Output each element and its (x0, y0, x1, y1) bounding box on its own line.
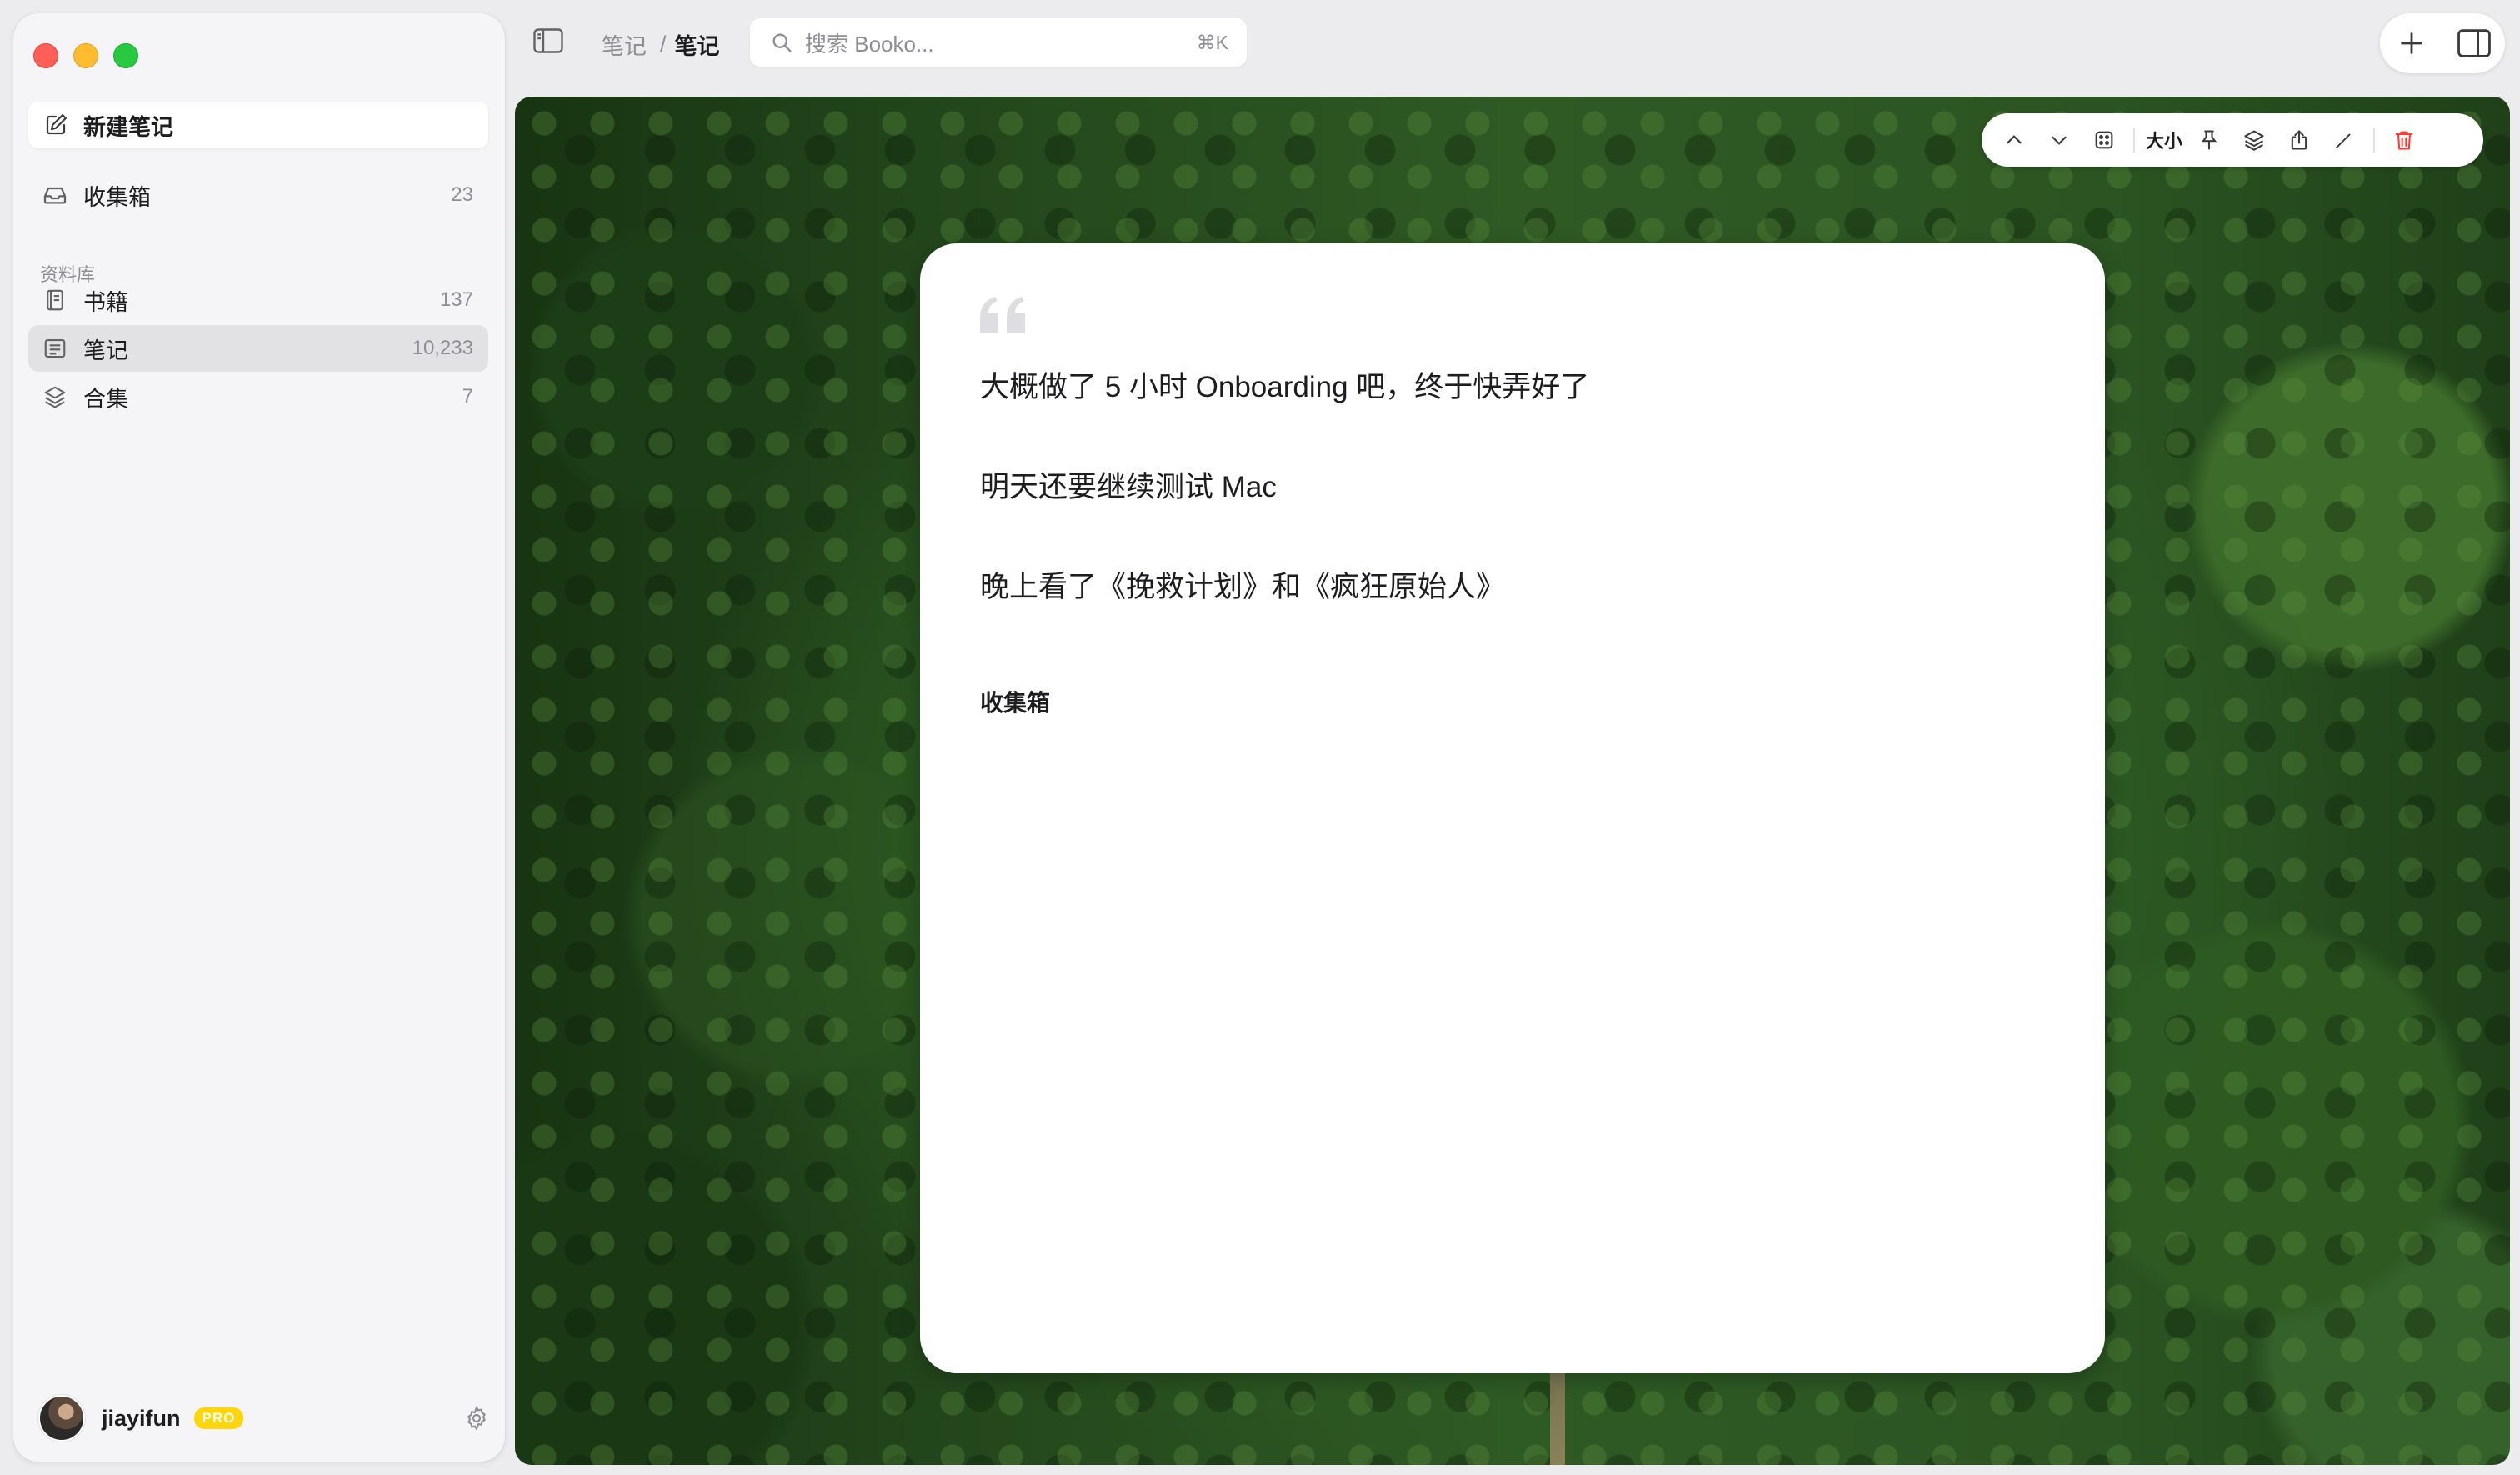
toolbar-divider (2373, 128, 2375, 152)
delete-button[interactable] (2384, 120, 2424, 160)
share-icon (2291, 130, 2308, 150)
search-placeholder: 搜索 Booko... (805, 31, 934, 57)
note-text-line: 晚上看了《挽救计划》和《疯狂原始人》 (980, 571, 1506, 603)
inspector-toggle-button[interactable] (2456, 25, 2492, 62)
layers-icon (42, 383, 68, 410)
compose-icon (46, 114, 67, 135)
sidebar: 新建笔记 收集箱 23 资料库 书籍 137 笔记 10,233 合集 7 ji… (13, 13, 505, 1462)
trash-icon (2395, 131, 2413, 150)
sidebar-toggle-icon[interactable] (533, 28, 563, 53)
book-icon (42, 287, 68, 313)
sidebar-item-label: 收集箱 (83, 184, 151, 210)
gear-icon[interactable] (463, 1405, 490, 1432)
note-card[interactable]: 大概做了 5 小时 Onboarding 吧，终于快弄好了 明天还要继续测试 M… (920, 243, 2105, 1373)
new-note-button[interactable]: 新建笔记 (28, 102, 488, 148)
sidebar-item-collections[interactable]: 合集 7 (28, 373, 488, 420)
plus-icon (2400, 32, 2422, 54)
sidebar-right-icon (2457, 29, 2491, 58)
sidebar-item-inbox[interactable]: 收集箱 23 (28, 172, 488, 218)
sidebar-item-books[interactable]: 书籍 137 (28, 277, 488, 323)
previous-note-button[interactable] (1994, 120, 2034, 160)
search-shortcut: ⌘K (1196, 31, 1228, 53)
app-window: 新建笔记 收集箱 23 资料库 书籍 137 笔记 10,233 合集 7 ji… (0, 0, 2520, 1475)
note-icon (42, 335, 68, 362)
sidebar-item-count: 137 (439, 288, 473, 311)
chevron-down-icon (2052, 136, 2067, 145)
user-profile[interactable]: jiayifun PRO (38, 1395, 244, 1442)
search-icon (772, 33, 792, 52)
note-text-line: 明天还要继续测试 Mac (980, 471, 1277, 503)
font-size-label: 大小 (2145, 131, 2182, 152)
toolbar-divider (2133, 128, 2135, 152)
dice-icon (2095, 131, 2113, 149)
sidebar-item-label: 书籍 (83, 289, 128, 315)
font-size-button[interactable]: 大小 (2144, 120, 2184, 160)
add-button[interactable] (2393, 25, 2430, 62)
note-source-tag[interactable]: 收集箱 (980, 685, 1050, 718)
quote-icon (980, 297, 1025, 333)
pencil-icon (2336, 133, 2351, 148)
layers-icon (2244, 130, 2264, 151)
minimize-window-button[interactable] (73, 43, 98, 68)
pin-button[interactable] (2189, 120, 2229, 160)
new-note-label: 新建笔记 (83, 114, 173, 140)
avatar[interactable] (38, 1395, 85, 1442)
breadcrumb: 笔记 / 笔记 (602, 28, 720, 61)
pro-badge: PRO (193, 1408, 244, 1429)
pin-icon (2201, 130, 2218, 150)
sidebar-item-count: 10,233 (412, 337, 473, 359)
note-toolbar: 大小 (1982, 113, 2483, 167)
add-to-collection-button[interactable] (2234, 120, 2274, 160)
sidebar-item-count: 7 (462, 385, 473, 408)
sidebar-item-label: 合集 (83, 386, 128, 412)
breadcrumb-separator: / (660, 32, 667, 57)
username: jiayifun (102, 1405, 181, 1431)
search-field[interactable]: 搜索 Booko... ⌘K (750, 18, 1247, 67)
window-controls (33, 43, 138, 68)
close-window-button[interactable] (33, 43, 58, 68)
sidebar-item-label: 笔记 (83, 338, 128, 363)
forest-path (1550, 1372, 1565, 1465)
top-actions (2380, 13, 2505, 73)
sidebar-item-notes[interactable]: 笔记 10,233 (28, 325, 488, 372)
maximize-window-button[interactable] (113, 43, 138, 68)
next-note-button[interactable] (2039, 120, 2079, 160)
random-note-button[interactable] (2084, 120, 2124, 160)
breadcrumb-current: 笔记 (674, 34, 720, 59)
inbox-icon (42, 182, 68, 208)
chevron-up-icon (2007, 135, 2022, 144)
share-button[interactable] (2279, 120, 2319, 160)
note-text-line: 大概做了 5 小时 Onboarding 吧，终于快弄好了 (980, 371, 1590, 403)
sidebar-item-count: 23 (451, 183, 473, 206)
breadcrumb-parent[interactable]: 笔记 (602, 28, 647, 61)
edit-button[interactable] (2324, 120, 2364, 160)
